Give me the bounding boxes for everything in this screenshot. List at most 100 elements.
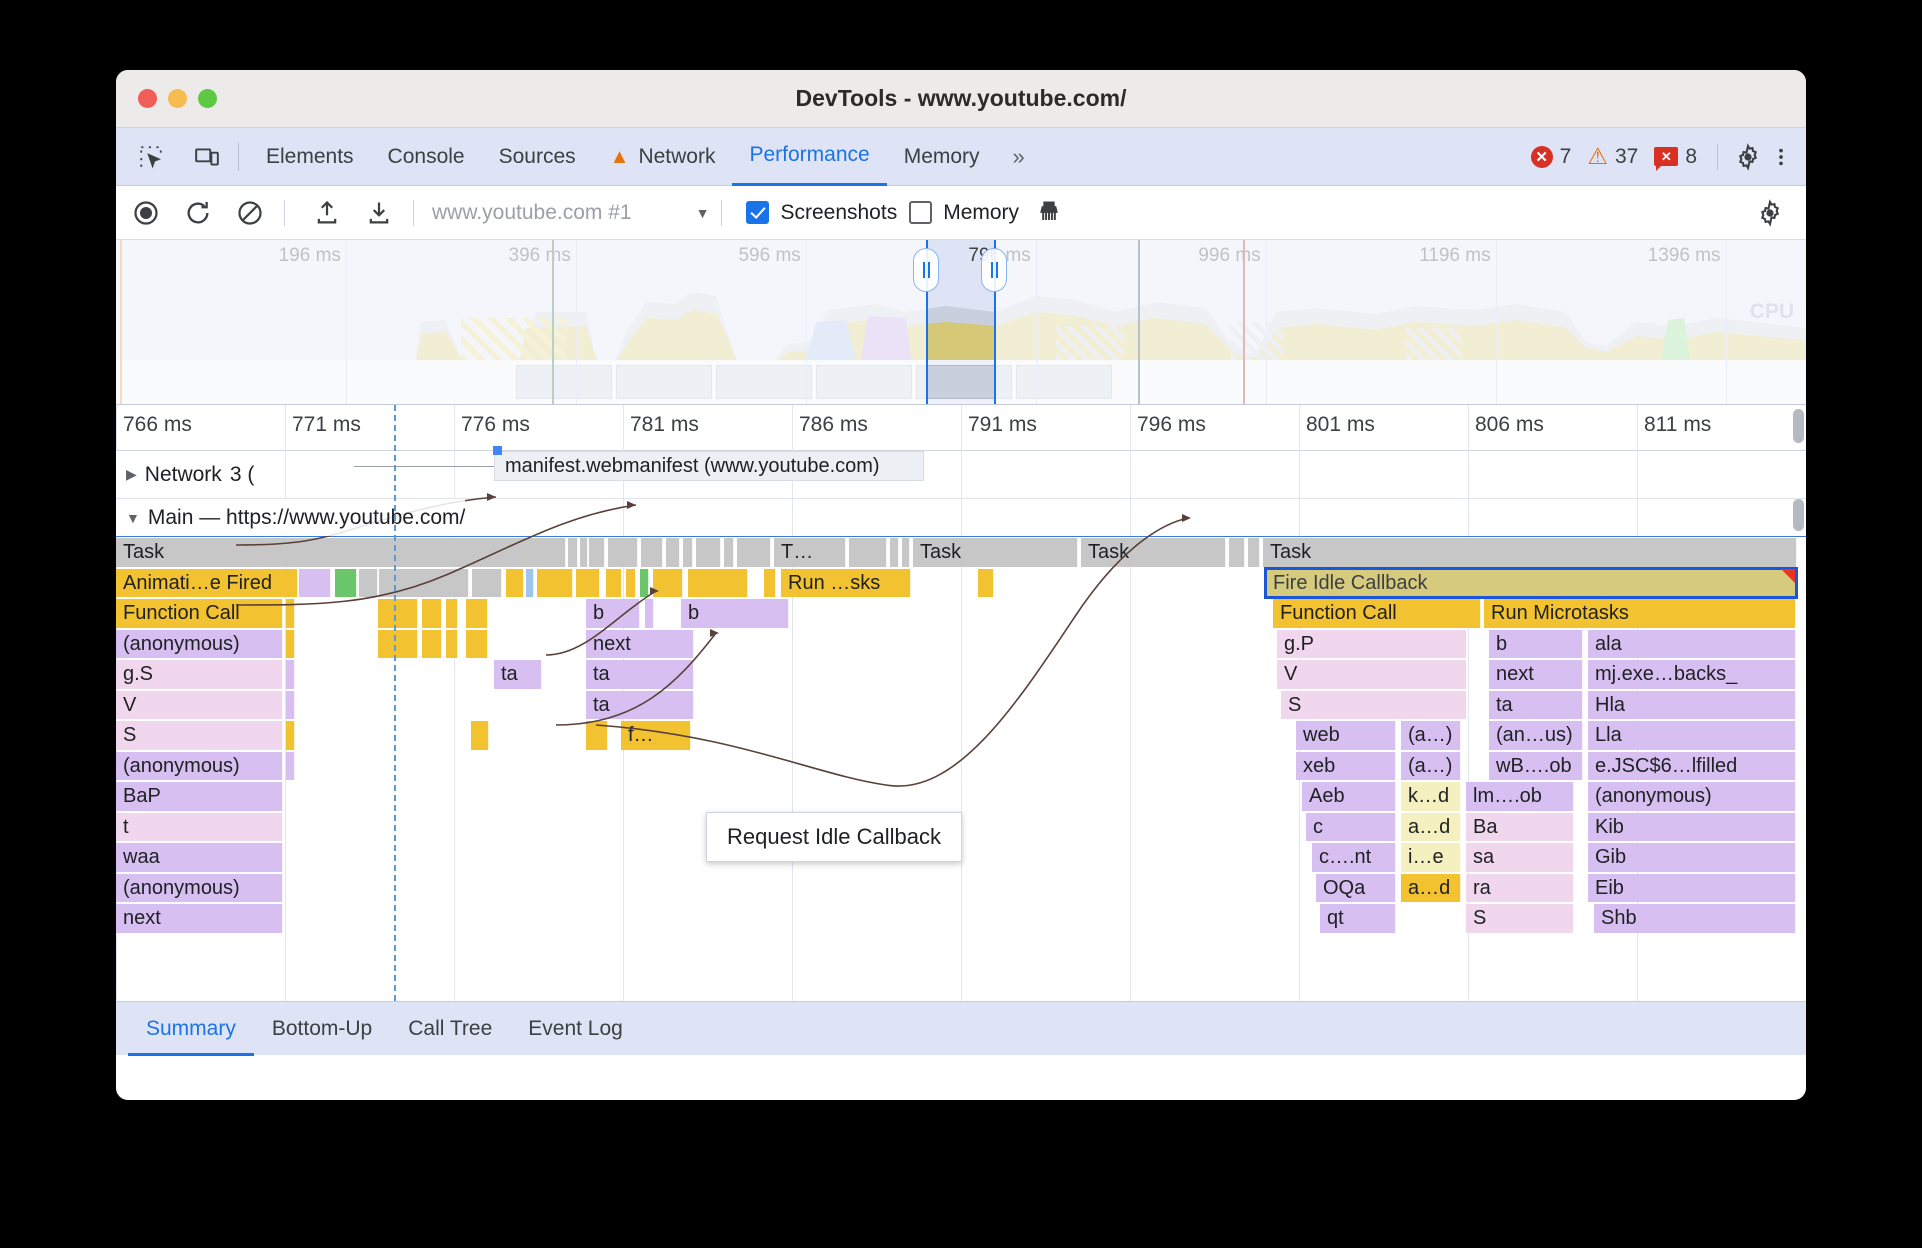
timeline-overview[interactable]: CPU NET 196 ms396 ms596 ms796 ms996 ms11…	[116, 240, 1806, 405]
flamechart-event[interactable]: c	[1306, 812, 1396, 841]
flamechart-event[interactable]: Gib	[1588, 843, 1796, 872]
flamechart-event[interactable]: Function Call	[1273, 599, 1481, 628]
flamechart-event[interactable]: ta	[494, 660, 542, 689]
flamechart-event[interactable]: S	[116, 721, 283, 750]
flamechart-event[interactable]: c….nt	[1312, 843, 1396, 872]
flamechart-event-unlabeled[interactable]	[526, 568, 534, 597]
flamechart-event-unlabeled[interactable]	[688, 568, 748, 597]
tab-sources[interactable]: Sources	[482, 128, 593, 186]
tab-console[interactable]: Console	[371, 128, 482, 186]
flamechart-event-unlabeled[interactable]	[978, 568, 994, 597]
flamechart-event-unlabeled[interactable]	[902, 538, 910, 567]
flamechart-event-unlabeled[interactable]	[666, 538, 680, 567]
flamechart-event[interactable]: ta	[586, 690, 694, 719]
reload-and-record-icon[interactable]	[176, 191, 220, 235]
flamechart-event[interactable]: (anonymous)	[116, 629, 283, 658]
screenshots-checkbox[interactable]: Screenshots	[746, 201, 897, 225]
tab-summary[interactable]: Summary	[128, 1002, 254, 1056]
flamechart-rows[interactable]: Task T… Task Task Task Animati…e Fired Run …sk…	[116, 537, 1806, 997]
flamechart-event[interactable]: Run …sks	[781, 568, 911, 597]
flamechart-event[interactable]: k…d	[1401, 782, 1461, 811]
flamechart-event[interactable]: next	[116, 904, 283, 933]
flamechart-event-unlabeled[interactable]	[378, 599, 418, 628]
flamechart-event[interactable]: mj.exe…backs_	[1588, 660, 1796, 689]
flamechart-event[interactable]: b	[586, 599, 640, 628]
selection-handle-left[interactable]	[913, 248, 939, 292]
flamechart-event[interactable]: lm….ob	[1466, 782, 1574, 811]
flamechart-event[interactable]: ala	[1588, 629, 1796, 658]
flamechart-event[interactable]: S	[1466, 904, 1574, 933]
flamechart-event-unlabeled[interactable]	[286, 690, 295, 719]
flamechart-event[interactable]: ta	[586, 660, 694, 689]
flamechart-event[interactable]: Shb	[1594, 904, 1796, 933]
flamechart-event[interactable]: Animati…e Fired	[116, 568, 298, 597]
flamechart-event-unlabeled[interactable]	[626, 568, 636, 597]
flamechart-scrollbar[interactable]	[1793, 409, 1804, 443]
load-profile-icon[interactable]	[305, 191, 349, 235]
flamechart-event-unlabeled[interactable]	[286, 660, 295, 689]
flamechart-event[interactable]: b	[1489, 629, 1583, 658]
flamechart-event-unlabeled[interactable]	[422, 599, 442, 628]
flamechart-event[interactable]: Lla	[1588, 721, 1796, 750]
flamechart-event[interactable]: BaP	[116, 782, 283, 811]
flamechart-event[interactable]: Eib	[1588, 873, 1796, 902]
flamechart-event-unlabeled[interactable]	[286, 751, 295, 780]
flamechart-event[interactable]: (anonymous)	[116, 751, 283, 780]
flamechart-event[interactable]: ra	[1466, 873, 1574, 902]
flamechart-event[interactable]: next	[1489, 660, 1583, 689]
flamechart-event-unlabeled[interactable]	[589, 538, 605, 567]
network-request-bar[interactable]: manifest.webmanifest (www.youtube.com)	[493, 446, 924, 481]
tab-elements[interactable]: Elements	[249, 128, 371, 186]
flamechart-event[interactable]: OQa	[1316, 873, 1396, 902]
flamechart-event[interactable]: Fire Idle Callback	[1264, 566, 1798, 599]
flamechart-event[interactable]: Run Microtasks	[1484, 599, 1796, 628]
flamechart-event[interactable]: Ba	[1466, 812, 1574, 841]
gear-icon[interactable]	[1734, 142, 1762, 171]
flamechart-event-unlabeled[interactable]	[335, 568, 357, 597]
flamechart-event[interactable]: g.S	[116, 660, 283, 689]
flamechart-event-unlabeled[interactable]	[446, 599, 458, 628]
flamechart-event[interactable]: V	[116, 690, 283, 719]
save-profile-icon[interactable]	[357, 191, 401, 235]
flamechart-event[interactable]: Kib	[1588, 812, 1796, 841]
flamechart-event[interactable]: g.P	[1277, 629, 1467, 658]
flamechart-event-unlabeled[interactable]	[576, 568, 600, 597]
flamechart-event[interactable]: f…	[621, 721, 691, 750]
flamechart-event[interactable]: Task	[116, 538, 566, 567]
flamechart-event-unlabeled[interactable]	[849, 538, 887, 567]
flamechart-event[interactable]: (a…)	[1401, 721, 1461, 750]
profile-selector[interactable]: www.youtube.com #1	[432, 201, 632, 225]
tab-event-log[interactable]: Event Log	[510, 1002, 641, 1056]
chevron-right-icon[interactable]: ▶	[126, 466, 137, 483]
flamechart-event[interactable]: b	[681, 599, 789, 628]
flamechart-event[interactable]: waa	[116, 843, 283, 872]
network-group-header[interactable]: ▶ Network 3 (	[116, 451, 255, 498]
flamechart-event-unlabeled[interactable]	[737, 538, 771, 567]
more-tabs-icon[interactable]: »	[997, 144, 1038, 170]
flamechart-event[interactable]: ta	[1489, 690, 1583, 719]
flamechart-event[interactable]: (a…)	[1401, 751, 1461, 780]
flamechart-event-unlabeled[interactable]	[466, 599, 488, 628]
flamechart-event-unlabeled[interactable]	[446, 629, 458, 658]
flamechart-event-unlabeled[interactable]	[1229, 538, 1245, 567]
flamechart-event[interactable]: T…	[774, 538, 846, 567]
flamechart-event-unlabeled[interactable]	[370, 568, 378, 597]
flamechart-event[interactable]: next	[586, 629, 694, 658]
flamechart-event[interactable]: Hla	[1588, 690, 1796, 719]
device-toolbar-icon[interactable]	[186, 138, 228, 176]
network-track[interactable]: manifest.webmanifest (www.youtube.com) ▶…	[116, 446, 1806, 499]
flamechart-event-unlabeled[interactable]	[890, 538, 899, 567]
flamechart-event-unlabeled[interactable]	[568, 538, 578, 567]
flamechart-event-unlabeled[interactable]	[640, 568, 649, 597]
record-icon[interactable]	[124, 191, 168, 235]
flamechart-event[interactable]: Aeb	[1302, 782, 1396, 811]
flamechart-event-unlabeled[interactable]	[286, 599, 295, 628]
more-options-icon[interactable]	[1770, 143, 1792, 171]
timeline-flamechart[interactable]: 766 ms 771 ms 776 ms 781 ms 786 ms 791 ms 796 …	[116, 405, 1806, 1001]
memory-checkbox[interactable]: Memory	[909, 201, 1019, 225]
flamechart-event-unlabeled[interactable]	[506, 568, 524, 597]
flamechart-event-unlabeled[interactable]	[471, 721, 489, 750]
flamechart-event-unlabeled[interactable]	[286, 629, 295, 658]
error-counter[interactable]: ✕ 7	[1527, 145, 1576, 169]
flamechart-event[interactable]: xeb	[1296, 751, 1396, 780]
